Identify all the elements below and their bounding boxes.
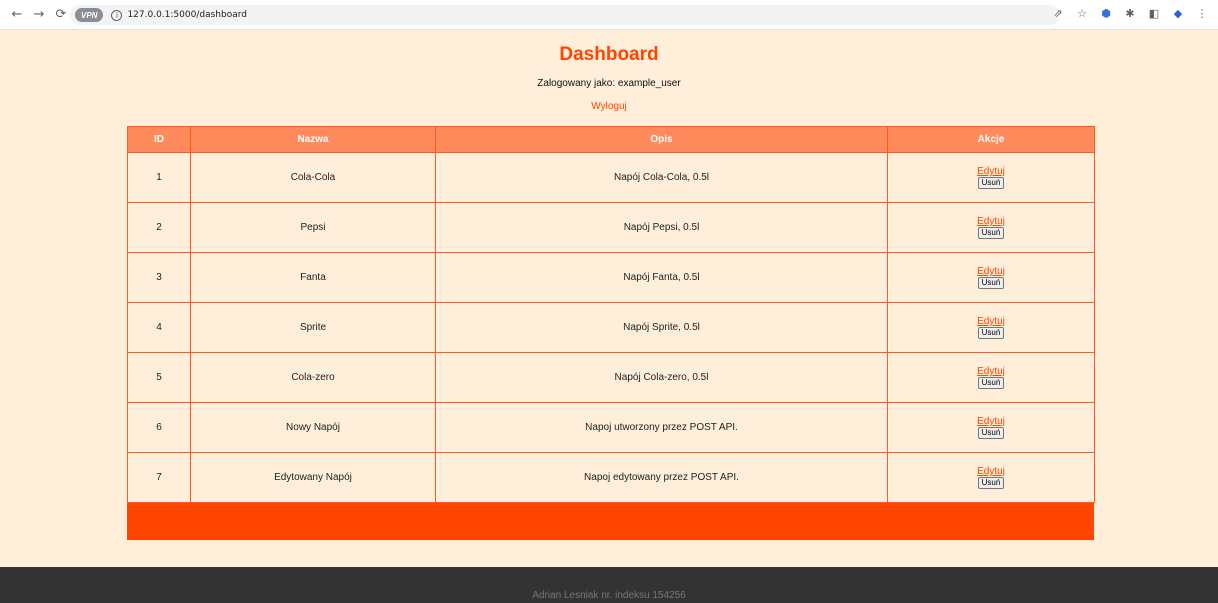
edit-link[interactable]: Edytuj xyxy=(888,416,1094,427)
footer-text: Adrian Lesniak nr. indeksu 154256 xyxy=(532,590,686,601)
security-extension-icon[interactable]: ◆ xyxy=(1172,7,1184,20)
cell-description: Napój Fanta, 0.5l xyxy=(435,252,888,303)
reload-icon[interactable]: ⟳ xyxy=(52,6,70,24)
cell-id: 2 xyxy=(127,202,191,253)
table-row: 5 Cola-zero Napój Cola-zero, 0.5l Edytuj Usu… xyxy=(127,352,1095,403)
puzzle-extensions-icon[interactable]: ✱ xyxy=(1124,7,1136,20)
table-row: 6 Nowy Napój Napoj utworzony przez POST AP… xyxy=(127,402,1095,453)
table-footer-bar xyxy=(127,503,1094,540)
table-row: 4 Sprite Napój Sprite, 0.5l Edytuj Usuń xyxy=(127,302,1095,353)
header-description: Opis xyxy=(435,126,888,153)
delete-button[interactable]: Usuń xyxy=(977,427,1005,439)
share-icon[interactable]: ⇗ xyxy=(1052,7,1064,20)
logged-in-user: Zalogowany jako: example_user xyxy=(537,78,681,89)
edit-link[interactable]: Edytuj xyxy=(888,266,1094,277)
page-title: Dashboard xyxy=(559,44,659,65)
cell-id: 1 xyxy=(127,152,191,203)
cell-description: Napój Pepsi, 0.5l xyxy=(435,202,888,253)
address-bar[interactable]: VPN i 127.0.0.1:5000/dashboard xyxy=(70,5,1060,25)
edit-link[interactable]: Edytuj xyxy=(888,316,1094,327)
table-row: 3 Fanta Napój Fanta, 0.5l Edytuj Usuń xyxy=(127,252,1095,303)
header-id: ID xyxy=(127,126,191,153)
cell-description: Napoj utworzony przez POST API. xyxy=(435,402,888,453)
cell-actions: Edytuj Usuń xyxy=(887,252,1095,303)
header-name: Nazwa xyxy=(190,126,436,153)
delete-button[interactable]: Usuń xyxy=(977,177,1005,189)
table-header-row: ID Nazwa Opis Akcje xyxy=(127,126,1095,153)
products-table: ID Nazwa Opis Akcje 1 Cola-Cola Napój Cola… xyxy=(127,126,1095,503)
edit-link[interactable]: Edytuj xyxy=(888,366,1094,377)
page-footer: Adrian Lesniak nr. indeksu 154256 xyxy=(0,567,1218,603)
cell-id: 3 xyxy=(127,252,191,303)
menu-dots-icon[interactable]: ⋮ xyxy=(1196,7,1208,20)
back-arrow-icon[interactable]: ← xyxy=(8,6,26,24)
dashboard-page: Dashboard Zalogowany jako: example_user … xyxy=(0,30,1218,567)
delete-button[interactable]: Usuń xyxy=(977,227,1005,239)
header-actions: Akcje xyxy=(887,126,1095,153)
delete-button[interactable]: Usuń xyxy=(977,327,1005,339)
forward-arrow-icon[interactable]: → xyxy=(30,6,48,24)
table-row: 7 Edytowany Napój Napoj edytowany przez PO… xyxy=(127,452,1095,503)
sidebar-icon[interactable]: ◧ xyxy=(1148,7,1160,20)
delete-button[interactable]: Usuń xyxy=(977,277,1005,289)
star-icon[interactable]: ☆ xyxy=(1076,7,1088,20)
cell-id: 6 xyxy=(127,402,191,453)
cell-id: 4 xyxy=(127,302,191,353)
cell-name: Fanta xyxy=(190,252,436,303)
vpn-badge[interactable]: VPN xyxy=(75,8,104,22)
cell-name: Pepsi xyxy=(190,202,436,253)
cell-actions: Edytuj Usuń xyxy=(887,352,1095,403)
url-text[interactable]: 127.0.0.1:5000/dashboard xyxy=(127,10,247,20)
cell-name: Sprite xyxy=(190,302,436,353)
cell-actions: Edytuj Usuń xyxy=(887,152,1095,203)
delete-button[interactable]: Usuń xyxy=(977,377,1005,389)
shield-extension-icon[interactable]: ⬢ xyxy=(1100,7,1112,20)
products-table-container: ID Nazwa Opis Akcje 1 Cola-Cola Napój Cola… xyxy=(127,126,1095,540)
cell-actions: Edytuj Usuń xyxy=(887,202,1095,253)
cell-name: Cola-Cola xyxy=(190,152,436,203)
cell-name: Nowy Napój xyxy=(190,402,436,453)
browser-toolbar: ← → ⟳ VPN i 127.0.0.1:5000/dashboard ⇗ ☆… xyxy=(0,0,1218,30)
info-icon[interactable]: i xyxy=(111,9,123,21)
cell-description: Napoj edytowany przez POST API. xyxy=(435,452,888,503)
cell-actions: Edytuj Usuń xyxy=(887,452,1095,503)
cell-id: 5 xyxy=(127,352,191,403)
logout-link[interactable]: Wyloguj xyxy=(0,101,1218,112)
cell-name: Cola-zero xyxy=(190,352,436,403)
delete-button[interactable]: Usuń xyxy=(977,477,1005,489)
table-row: 1 Cola-Cola Napój Cola-Cola, 0.5l Edytuj Usu… xyxy=(127,152,1095,203)
table-row: 2 Pepsi Napój Pepsi, 0.5l Edytuj Usuń xyxy=(127,202,1095,253)
cell-name: Edytowany Napój xyxy=(190,452,436,503)
edit-link[interactable]: Edytuj xyxy=(888,166,1094,177)
cell-id: 7 xyxy=(127,452,191,503)
cell-actions: Edytuj Usuń xyxy=(887,302,1095,353)
cell-description: Napój Cola-zero, 0.5l xyxy=(435,352,888,403)
edit-link[interactable]: Edytuj xyxy=(888,466,1094,477)
cell-description: Napój Cola-Cola, 0.5l xyxy=(435,152,888,203)
edit-link[interactable]: Edytuj xyxy=(888,216,1094,227)
extension-bar: ⇗ ☆ ⬢ ✱ ◧ ◆ ⋮ xyxy=(1052,7,1208,20)
cell-actions: Edytuj Usuń xyxy=(887,402,1095,453)
cell-description: Napój Sprite, 0.5l xyxy=(435,302,888,353)
